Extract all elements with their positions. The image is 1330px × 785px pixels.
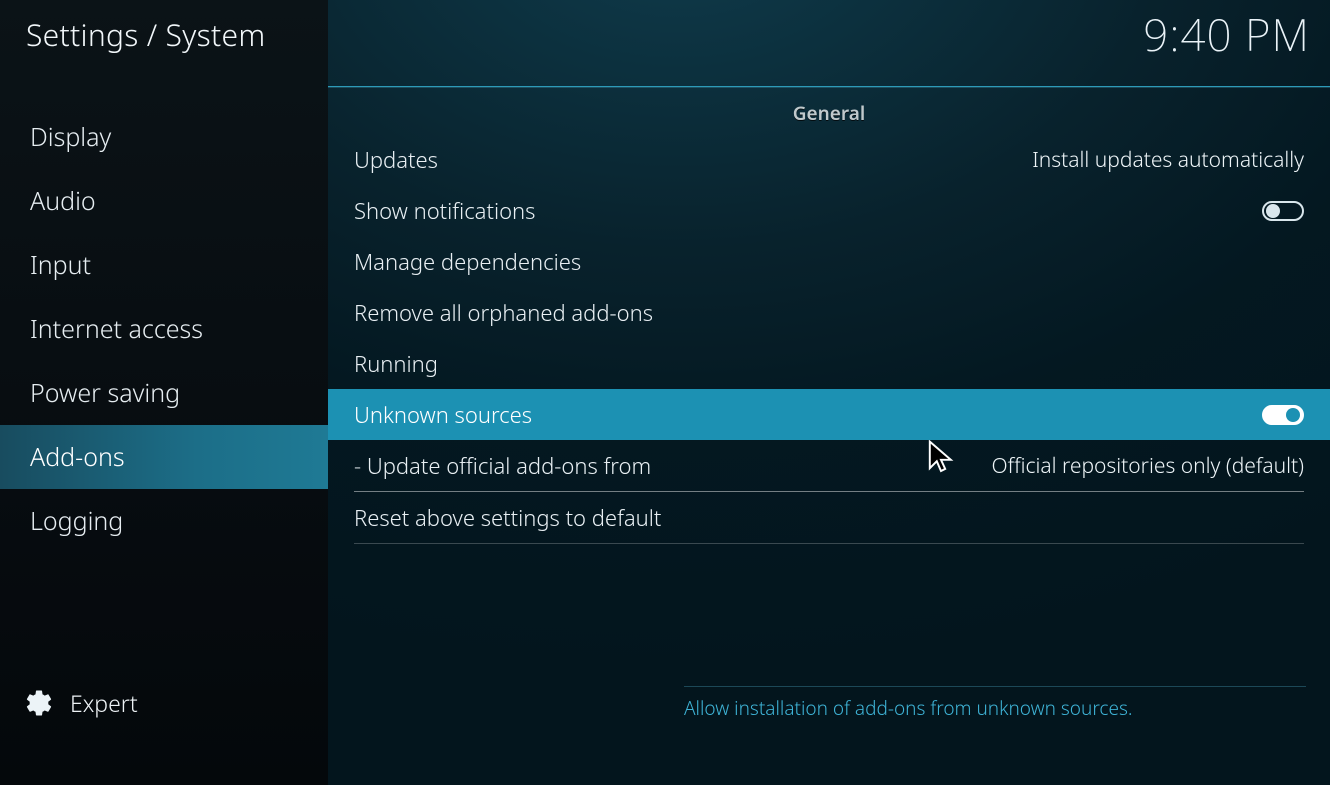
toggle-show-notifications[interactable]	[1262, 201, 1304, 221]
setting-show-notifications[interactable]: Show notifications	[328, 185, 1330, 236]
setting-update-addons-from-value: Official repositories only (default)	[992, 452, 1305, 480]
setting-remove-orphaned-label: Remove all orphaned add-ons	[354, 298, 653, 328]
sidebar-item-internet[interactable]: Internet access	[0, 297, 328, 361]
setting-show-notifications-label: Show notifications	[354, 196, 535, 226]
setting-updates-label: Updates	[354, 145, 438, 175]
sidebar-item-input[interactable]: Input	[0, 233, 328, 297]
settings-panel: 9:40 PM General Updates Install updates …	[328, 0, 1330, 785]
sidebar-item-power[interactable]: Power saving	[0, 361, 328, 425]
setting-update-addons-from-label: Update official add-ons from	[354, 451, 651, 481]
section-title-general: General	[328, 88, 1330, 126]
setting-hint: Allow installation of add-ons from unkno…	[684, 686, 1306, 721]
sidebar-item-logging[interactable]: Logging	[0, 489, 328, 553]
setting-update-addons-from[interactable]: Update official add-ons from Official re…	[328, 440, 1330, 491]
row-divider	[354, 543, 1304, 544]
settings-level-button[interactable]: Expert	[0, 687, 328, 719]
setting-manage-dependencies-label: Manage dependencies	[354, 247, 581, 277]
setting-reset-defaults[interactable]: Reset above settings to default	[328, 492, 1330, 543]
settings-level-label: Expert	[70, 687, 138, 719]
sidebar-item-audio[interactable]: Audio	[0, 169, 328, 233]
sidebar-nav: Display Audio Input Internet access Powe…	[0, 105, 328, 553]
setting-remove-orphaned[interactable]: Remove all orphaned add-ons	[328, 287, 1330, 338]
setting-updates[interactable]: Updates Install updates automatically	[328, 134, 1330, 185]
settings-list: Updates Install updates automatically Sh…	[328, 134, 1330, 544]
setting-unknown-sources-label: Unknown sources	[354, 400, 532, 430]
setting-running[interactable]: Running	[328, 338, 1330, 389]
setting-running-label: Running	[354, 349, 438, 379]
gear-icon	[24, 688, 54, 718]
sidebar: Settings / System Display Audio Input In…	[0, 0, 328, 785]
sidebar-item-addons[interactable]: Add-ons	[0, 425, 328, 489]
setting-updates-value: Install updates automatically	[1032, 146, 1304, 174]
sidebar-item-display[interactable]: Display	[0, 105, 328, 169]
clock: 9:40 PM	[1143, 4, 1310, 64]
setting-unknown-sources[interactable]: Unknown sources	[328, 389, 1330, 440]
toggle-unknown-sources[interactable]	[1262, 405, 1304, 425]
setting-manage-dependencies[interactable]: Manage dependencies	[328, 236, 1330, 287]
setting-reset-defaults-label: Reset above settings to default	[354, 503, 661, 533]
breadcrumb: Settings / System	[0, 0, 328, 75]
